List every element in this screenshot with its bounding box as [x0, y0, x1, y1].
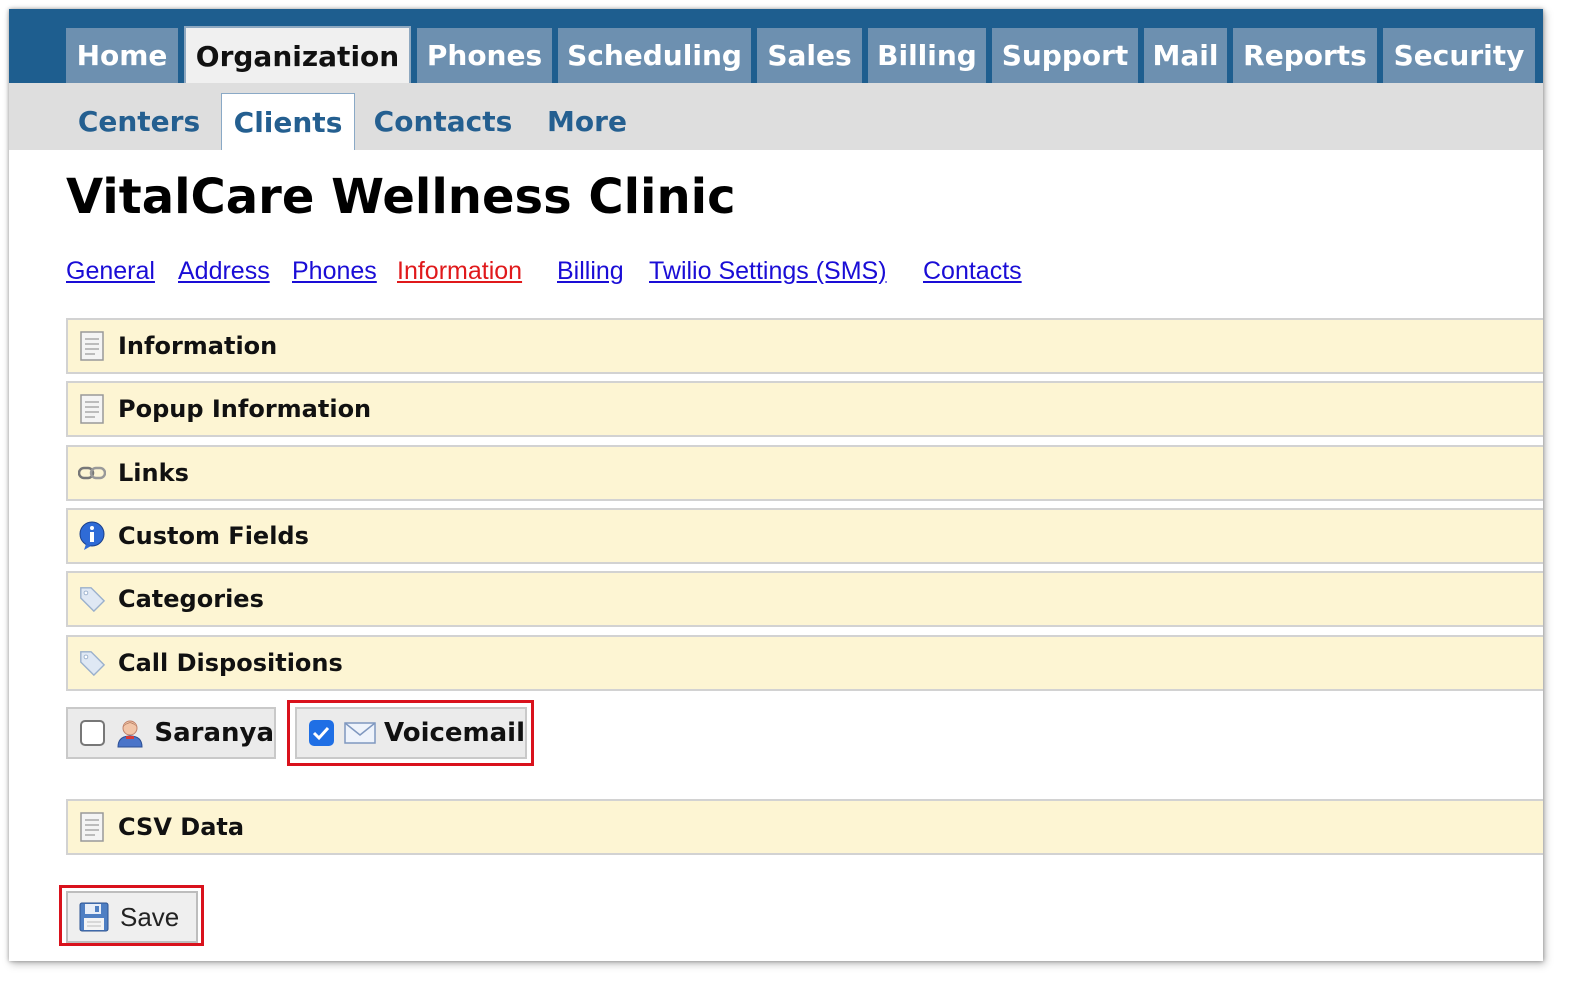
tab-mail[interactable]: Mail: [1144, 28, 1227, 83]
top-navigation: Home Organization Phones Scheduling Sale…: [9, 9, 1543, 84]
info-icon: [78, 521, 106, 551]
section-csv-data[interactable]: CSV Data: [66, 799, 1543, 855]
document-icon: [78, 812, 106, 842]
page-title: VitalCare Wellness Clinic: [66, 169, 736, 225]
link-contacts[interactable]: Contacts: [923, 257, 1022, 286]
section-categories[interactable]: Categories: [66, 571, 1543, 627]
section-information[interactable]: Information: [66, 318, 1543, 374]
section-call-dispositions[interactable]: Call Dispositions: [66, 635, 1543, 691]
document-icon: [78, 331, 106, 361]
user-icon: [115, 717, 147, 749]
section-links[interactable]: Links: [66, 445, 1543, 501]
subtab-centers[interactable]: Centers: [71, 93, 207, 150]
section-label: Links: [118, 459, 189, 487]
tab-reports[interactable]: Reports: [1233, 28, 1377, 83]
tag-icon: [78, 648, 106, 678]
subtab-more[interactable]: More: [537, 93, 637, 150]
tab-scheduling[interactable]: Scheduling: [558, 28, 751, 83]
subtab-contacts[interactable]: Contacts: [367, 93, 519, 150]
tab-phones[interactable]: Phones: [417, 28, 552, 83]
section-label: Categories: [118, 585, 264, 613]
link-address[interactable]: Address: [178, 257, 270, 286]
disposition-label: Saranya: [154, 718, 274, 748]
tab-sales[interactable]: Sales: [757, 28, 862, 83]
subtab-clients[interactable]: Clients: [221, 93, 355, 150]
tab-home[interactable]: Home: [66, 28, 178, 83]
tab-billing[interactable]: Billing: [868, 28, 986, 83]
tab-support[interactable]: Support: [992, 28, 1138, 83]
disposition-saranya: Saranya: [66, 707, 276, 759]
sub-navigation: Centers Clients Contacts More: [9, 83, 1543, 150]
tab-security[interactable]: Security: [1383, 28, 1535, 83]
section-label: Call Dispositions: [118, 649, 343, 677]
voicemail-highlight-box: [287, 700, 534, 766]
document-icon: [78, 394, 106, 424]
link-phones[interactable]: Phones: [292, 257, 377, 286]
link-general[interactable]: General: [66, 257, 155, 286]
link-twilio-settings[interactable]: Twilio Settings (SMS): [649, 257, 887, 286]
section-label: Custom Fields: [118, 522, 309, 550]
tab-organization[interactable]: Organization: [184, 26, 411, 84]
app-window: Home Organization Phones Scheduling Sale…: [9, 9, 1543, 961]
tag-icon: [78, 584, 106, 614]
section-label: CSV Data: [118, 813, 245, 841]
section-popup-information[interactable]: Popup Information: [66, 381, 1543, 437]
saranya-checkbox[interactable]: [80, 720, 105, 746]
section-label: Popup Information: [118, 395, 372, 423]
chain-link-icon: [78, 458, 106, 488]
section-custom-fields[interactable]: Custom Fields: [66, 508, 1543, 564]
save-highlight-box: [59, 885, 204, 946]
section-label: Information: [118, 332, 278, 360]
link-billing[interactable]: Billing: [557, 257, 624, 286]
link-information[interactable]: Information: [397, 257, 522, 286]
